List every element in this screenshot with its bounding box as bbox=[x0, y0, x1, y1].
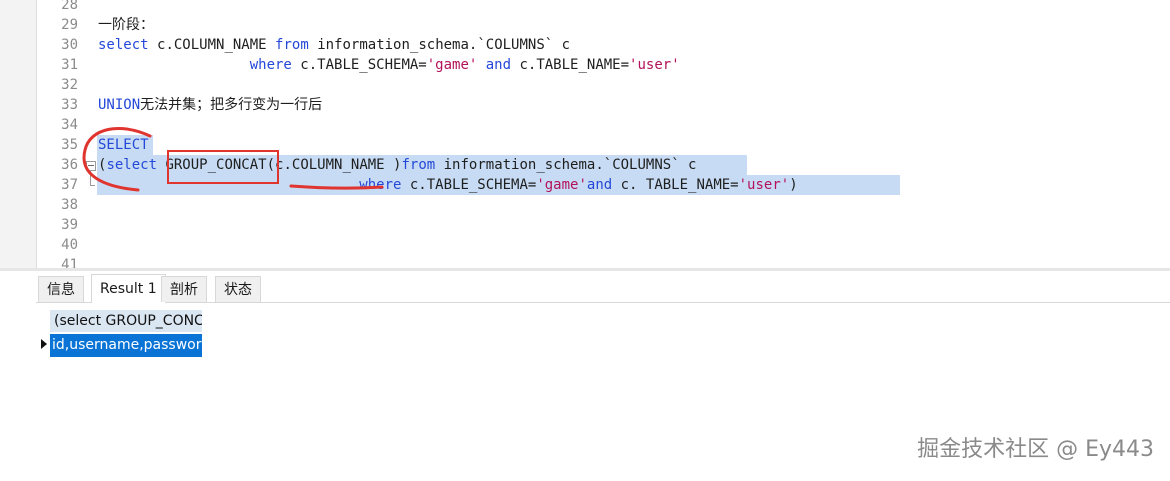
navicat-query-window: 28 29 一阶段： 30 select c.COLUMN_NAME from info… bbox=[0, 0, 1170, 481]
fold-guide bbox=[90, 171, 91, 185]
tab-status[interactable]: 状态 bbox=[215, 276, 261, 302]
code-token: c.TABLE_SCHEMA= bbox=[300, 57, 427, 73]
sql-editor[interactable]: 28 29 一阶段： 30 select c.COLUMN_NAME from info… bbox=[0, 0, 1170, 270]
code-token: where bbox=[98, 57, 301, 73]
code-text: select c.COLUMN_NAME from information_sc… bbox=[98, 35, 570, 55]
tab-info[interactable]: 信息 bbox=[38, 276, 84, 302]
column-header[interactable]: (select GROUP_CONCAT(c.COLUMN_NAME )from… bbox=[50, 310, 202, 332]
code-token: (c.COLUMN_NAME ) bbox=[266, 157, 402, 173]
line-number: 39 bbox=[61, 217, 78, 233]
code-line[interactable]: 40 bbox=[0, 235, 1170, 255]
code-token: SELECT bbox=[98, 137, 149, 153]
fold-guide-end bbox=[90, 185, 95, 186]
code-line[interactable]: 33 UNION无法并集；把多行变为一行后 bbox=[0, 95, 1170, 115]
line-number: 37 bbox=[61, 177, 78, 193]
line-number: 32 bbox=[61, 77, 78, 93]
code-line[interactable]: 39 bbox=[0, 215, 1170, 235]
code-token: select bbox=[98, 37, 158, 53]
line-number: 31 bbox=[61, 57, 78, 73]
line-number: 35 bbox=[61, 137, 78, 153]
tab-profile[interactable]: 剖析 bbox=[161, 276, 207, 302]
line-number: 28 bbox=[61, 0, 78, 13]
line-number: 38 bbox=[61, 197, 78, 213]
line-number: 36 bbox=[61, 157, 78, 173]
code-token: ) bbox=[789, 177, 798, 193]
code-token: and bbox=[586, 177, 621, 193]
code-line[interactable]: 32 bbox=[0, 75, 1170, 95]
watermark: 掘金技术社区 @ Ey443 bbox=[917, 437, 1154, 462]
line-number: 40 bbox=[61, 237, 78, 253]
tab-result-1[interactable]: Result 1 bbox=[91, 274, 166, 303]
result-tabbar: 信息 Result 1 剖析 状态 bbox=[36, 272, 1170, 303]
code-token: 'game' bbox=[426, 57, 478, 73]
fold-collapse-icon[interactable] bbox=[86, 161, 96, 171]
line-number: 34 bbox=[61, 117, 78, 133]
code-token: and bbox=[477, 57, 520, 73]
code-line[interactable]: 34 bbox=[0, 115, 1170, 135]
line-number: 29 bbox=[61, 17, 78, 33]
code-token: c. TABLE_NAME= bbox=[620, 177, 739, 193]
code-line[interactable]: 31 where c.TABLE_SCHEMA='game' and c.TAB… bbox=[0, 55, 1170, 75]
code-token: 'game' bbox=[536, 177, 587, 193]
code-token: information_schema.`COLUMNS` c bbox=[317, 37, 571, 53]
code-token: 'user' bbox=[629, 57, 680, 73]
annotation-box-group-concat bbox=[167, 150, 279, 184]
line-number: 33 bbox=[61, 97, 78, 113]
code-text: 一阶段： bbox=[98, 17, 154, 33]
code-line[interactable]: 30 select c.COLUMN_NAME from information_… bbox=[0, 35, 1170, 55]
result-grid: (select GROUP_CONCAT(c.COLUMN_NAME )from… bbox=[36, 303, 1170, 481]
code-token: information_schema.`COLUMNS` c bbox=[443, 157, 697, 173]
code-token: c.TABLE_SCHEMA= bbox=[409, 177, 537, 193]
code-line[interactable]: 28 bbox=[0, 0, 1170, 15]
code-text: UNION无法并集；把多行变为一行后 bbox=[98, 95, 322, 115]
result-cell[interactable]: id,username,password bbox=[50, 334, 202, 357]
pane-splitter[interactable] bbox=[0, 268, 1170, 271]
code-token: from bbox=[401, 157, 444, 173]
code-text: where c.TABLE_SCHEMA='game' and c.TABLE_… bbox=[98, 55, 680, 75]
line-number: 30 bbox=[61, 37, 78, 53]
code-token: 'user' bbox=[738, 177, 790, 193]
code-token: c.TABLE_NAME= bbox=[519, 57, 630, 73]
code-token: from bbox=[275, 37, 318, 53]
code-text: SELECT bbox=[98, 135, 149, 155]
code-token: select bbox=[106, 157, 166, 173]
code-token: c.COLUMN_NAME bbox=[157, 37, 276, 53]
code-token: UNION bbox=[98, 97, 141, 113]
code-line[interactable]: 29 一阶段： bbox=[0, 15, 1170, 35]
code-token: 无法并集；把多行变为一行后 bbox=[140, 97, 323, 113]
current-row-marker-icon bbox=[41, 339, 47, 349]
code-line[interactable]: 38 bbox=[0, 195, 1170, 215]
